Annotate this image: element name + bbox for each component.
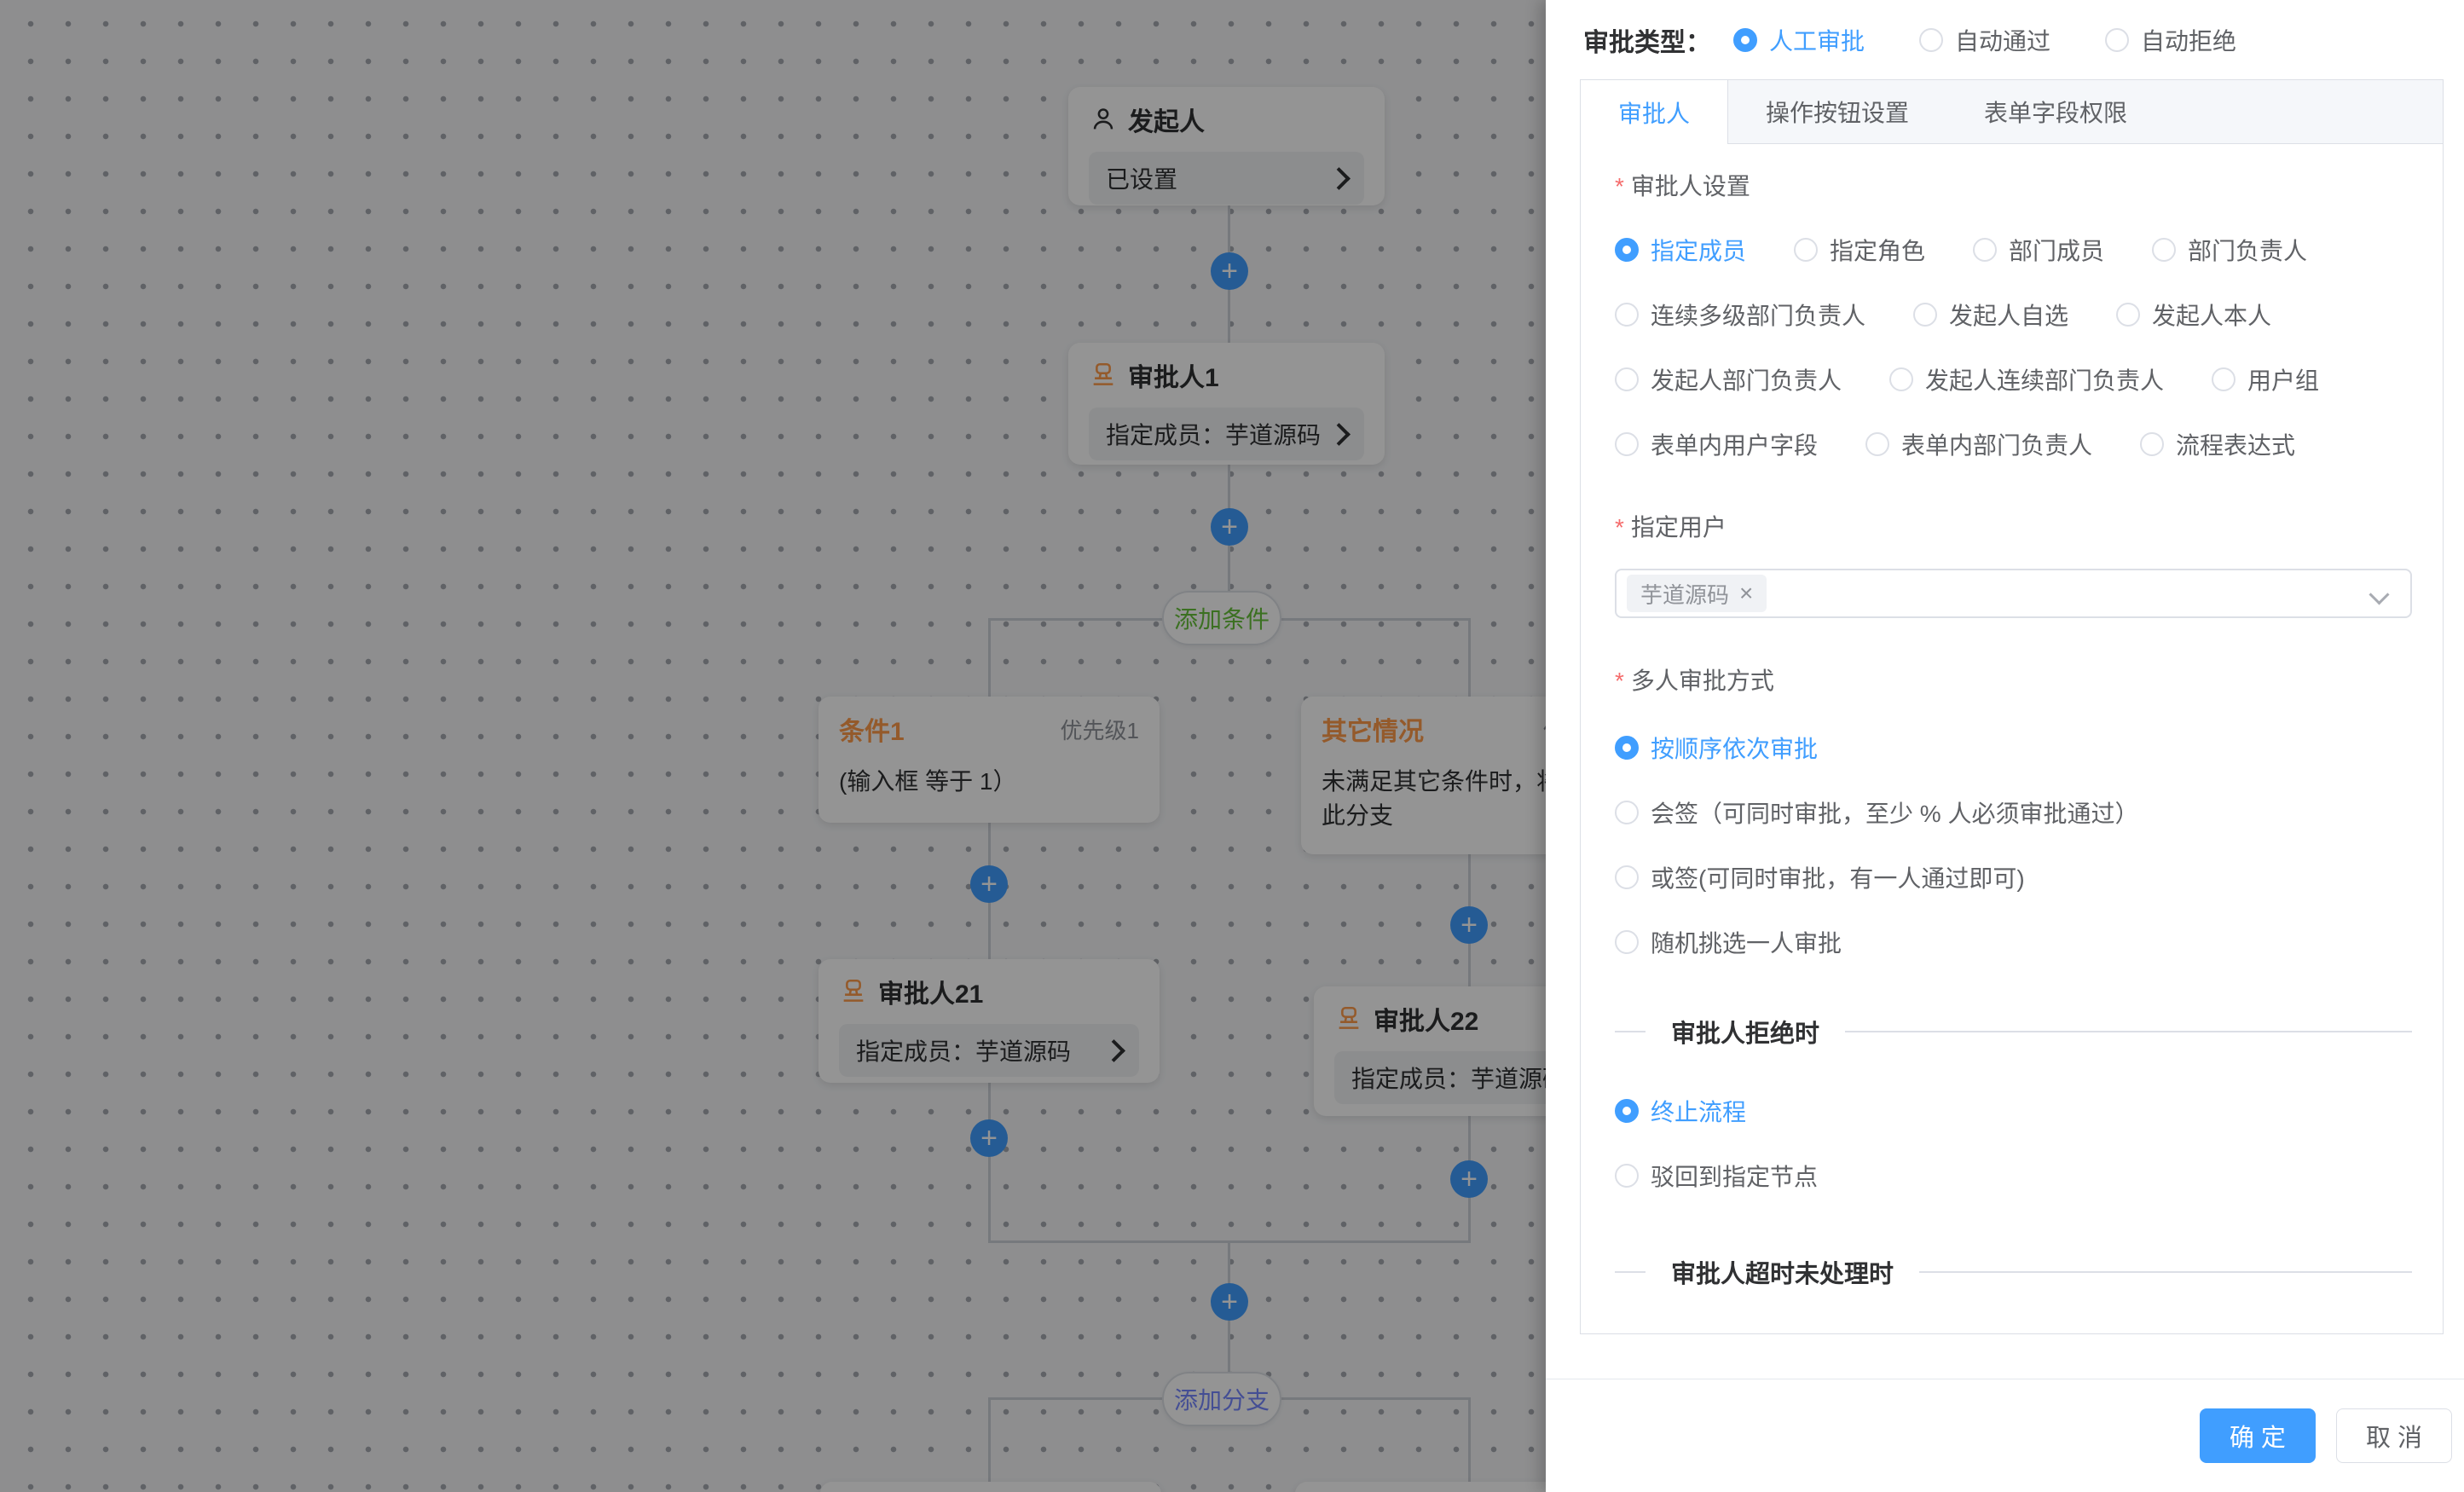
radio-icon[interactable]: [1919, 28, 1943, 52]
approval-type-option-auto-pass[interactable]: 自动通过: [1919, 23, 2050, 57]
on-reject-option-1[interactable]: 驳回到指定节点: [1615, 1159, 2412, 1193]
approver-setting-option-12[interactable]: 流程表达式: [2140, 427, 2295, 461]
radio-icon[interactable]: [1889, 367, 1913, 391]
approver-setting-option-2[interactable]: 部门成员: [1973, 233, 2104, 267]
radio-icon[interactable]: [1794, 238, 1818, 262]
approver-settings-drawer: 审批类型： 人工审批 自动通过 自动拒绝 审批人 操作按钮设置: [1546, 0, 2464, 1492]
approver-setting-option-10[interactable]: 表单内用户字段: [1615, 427, 1818, 461]
modal-overlay[interactable]: [0, 0, 1546, 1492]
confirm-button[interactable]: 确 定: [2200, 1408, 2316, 1463]
approver-setting-option-4[interactable]: 连续多级部门负责人: [1615, 298, 1865, 332]
radio-icon[interactable]: [1615, 432, 1639, 456]
chevron-down-icon: [2369, 584, 2389, 604]
approver-tab-pane[interactable]: 审批人设置 指定成员 指定角色 部门成员 部门负责人 连续多级部门负责人 发起人…: [1581, 144, 2443, 1333]
approver-setting-option-3[interactable]: 部门负责人: [2152, 233, 2307, 267]
radio-icon[interactable]: [1615, 1164, 1639, 1188]
approver-setting-option-8[interactable]: 发起人连续部门负责人: [1889, 362, 2164, 396]
approval-type-option-manual[interactable]: 人工审批: [1733, 23, 1865, 57]
assign-user-label: 指定用户: [1615, 509, 2412, 543]
on-reject-option-0[interactable]: 终止流程: [1615, 1094, 2412, 1128]
tab-action-buttons[interactable]: 操作按钮设置: [1728, 80, 1946, 143]
radio-label: 自动通过: [1955, 23, 2050, 57]
drawer-footer: 确 定 取 消: [1546, 1379, 2464, 1492]
approver-setting-row-3: 发起人部门负责人 发起人连续部门负责人 用户组: [1615, 362, 2412, 396]
radio-icon[interactable]: [1733, 28, 1757, 52]
radio-icon[interactable]: [1973, 238, 1997, 262]
radio-label: 人工审批: [1769, 23, 1865, 57]
radio-icon[interactable]: [1615, 367, 1639, 391]
approver-setting-option-11[interactable]: 表单内部门负责人: [1865, 427, 2092, 461]
radio-icon[interactable]: [1913, 303, 1937, 327]
tab-form-field-permission[interactable]: 表单字段权限: [1946, 80, 2165, 143]
tag-close-icon[interactable]: ×: [1739, 581, 1753, 605]
radio-icon[interactable]: [2105, 28, 2129, 52]
approver-setting-option-6[interactable]: 发起人本人: [2116, 298, 2271, 332]
radio-icon[interactable]: [1865, 432, 1889, 456]
tab-approver[interactable]: 审批人: [1581, 80, 1728, 144]
radio-icon[interactable]: [2152, 238, 2176, 262]
approver-setting-option-0[interactable]: 指定成员: [1615, 233, 1746, 267]
drawer-header: 审批类型： 人工审批 自动通过 自动拒绝: [1546, 0, 2464, 79]
radio-icon[interactable]: [1615, 801, 1639, 824]
approver-setting-option-7[interactable]: 发起人部门负责人: [1615, 362, 1842, 396]
user-tag-label: 芋道源码: [1640, 578, 1729, 610]
workflow-designer: 发起人 已设置 + 审批人1 指定成员：芋道源码 +: [0, 0, 2464, 1492]
approval-type-radio-group: 人工审批 自动通过 自动拒绝: [1733, 23, 2236, 57]
approver-setting-option-9[interactable]: 用户组: [2212, 362, 2319, 396]
approver-setting-option-5[interactable]: 发起人自选: [1913, 298, 2068, 332]
approver-setting-row-1: 指定成员 指定角色 部门成员 部门负责人: [1615, 233, 2412, 267]
multi-approve-option-3[interactable]: 随机挑选一人审批: [1615, 925, 2412, 959]
tab-bar: 审批人 操作按钮设置 表单字段权限: [1581, 80, 2443, 144]
multi-approve-option-2[interactable]: 或签(可同时审批，有一人通过即可): [1615, 860, 2412, 894]
radio-icon[interactable]: [2140, 432, 2164, 456]
radio-icon[interactable]: [2212, 367, 2236, 391]
on-reject-divider: 审批人拒绝时: [1615, 1014, 2412, 1050]
approval-type-option-auto-reject[interactable]: 自动拒绝: [2105, 23, 2236, 57]
radio-icon[interactable]: [1615, 930, 1639, 954]
multi-approve-option-0[interactable]: 按顺序依次审批: [1615, 731, 2412, 765]
radio-label: 自动拒绝: [2141, 23, 2236, 57]
multi-approve-option-1[interactable]: 会签（可同时审批，至少 % 人必须审批通过）: [1615, 795, 2412, 830]
user-tag: 芋道源码 ×: [1627, 575, 1767, 612]
settings-tabs: 审批人 操作按钮设置 表单字段权限 审批人设置 指定成员 指定角色 部门成员 部…: [1580, 79, 2444, 1334]
on-reject-title: 审批人拒绝时: [1671, 1014, 1819, 1050]
radio-icon[interactable]: [1615, 736, 1639, 760]
radio-icon[interactable]: [2116, 303, 2140, 327]
radio-icon[interactable]: [1615, 238, 1639, 262]
assign-user-select[interactable]: 芋道源码 ×: [1615, 569, 2412, 618]
approval-type-label: 审批类型：: [1583, 21, 1711, 59]
on-timeout-title: 审批人超时未处理时: [1671, 1254, 1894, 1290]
radio-icon[interactable]: [1615, 303, 1639, 327]
approver-setting-label: 审批人设置: [1615, 168, 2412, 202]
on-timeout-divider: 审批人超时未处理时: [1615, 1254, 2412, 1290]
approver-setting-row-2: 连续多级部门负责人 发起人自选 发起人本人: [1615, 298, 2412, 332]
enable-switch-label: 启用开关: [1615, 1331, 2412, 1333]
approver-setting-row-4: 表单内用户字段 表单内部门负责人 流程表达式: [1615, 427, 2412, 461]
approver-setting-option-1[interactable]: 指定角色: [1794, 233, 1925, 267]
cancel-button[interactable]: 取 消: [2336, 1408, 2452, 1463]
radio-icon[interactable]: [1615, 865, 1639, 889]
multi-approve-label: 多人审批方式: [1615, 662, 2412, 697]
radio-icon[interactable]: [1615, 1099, 1639, 1123]
